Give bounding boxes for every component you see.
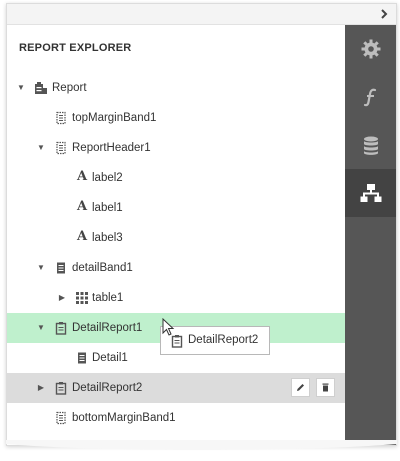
- label-icon: A: [76, 229, 88, 244]
- band-icon: [54, 111, 68, 125]
- band-icon: [54, 141, 68, 155]
- tree-label: DetailReport2: [72, 382, 143, 394]
- delete-button[interactable]: [316, 378, 335, 397]
- tree-row-table1[interactable]: ▶ table1: [7, 283, 345, 313]
- tree-label: label1: [92, 202, 123, 214]
- detail-band-icon: [75, 351, 89, 365]
- right-tab-bar: [345, 25, 396, 445]
- band-icon: [54, 411, 68, 425]
- function-icon: [363, 88, 376, 107]
- tree-row-detailband1[interactable]: ▼ detailBand1: [7, 253, 345, 283]
- explorer-title: REPORT EXPLORER: [19, 42, 132, 54]
- tree-label: bottomMarginBand1: [72, 412, 176, 424]
- edit-icon: [297, 384, 304, 391]
- mouse-cursor-icon: [162, 318, 175, 336]
- expand-toggle-icon[interactable]: ▶: [36, 373, 46, 403]
- tree-row-label3[interactable]: A label3: [7, 223, 345, 253]
- tree-row-report[interactable]: ▼ Report: [7, 73, 345, 103]
- table-icon: [75, 291, 89, 305]
- expand-toggle-icon[interactable]: ▼: [36, 133, 46, 163]
- drag-ghost: DetailReport2: [160, 326, 270, 355]
- tree-row-detailreport2[interactable]: ▶ DetailReport2: [7, 373, 345, 403]
- database-icon: [363, 136, 378, 155]
- delete-icon: [322, 383, 329, 392]
- gear-icon: [361, 39, 380, 59]
- drag-ghost-label: DetailReport2: [188, 334, 259, 346]
- panel-topbar: [7, 4, 396, 25]
- label-icon: A: [76, 169, 88, 184]
- tree-row-label1[interactable]: A label1: [7, 193, 345, 223]
- tab-properties[interactable]: [345, 25, 396, 73]
- page-curl-shadow: [6, 440, 397, 450]
- label-icon: A: [76, 199, 88, 214]
- tree-row-topmarginband1[interactable]: topMarginBand1: [7, 103, 345, 133]
- tree-label: label3: [92, 232, 123, 244]
- tree-row-label2[interactable]: A label2: [7, 163, 345, 193]
- tree-label: Report: [52, 82, 87, 94]
- explorer-pane: REPORT EXPLORER ▼ Report topMarginBand1 …: [7, 25, 345, 445]
- tree-row-reportheader1[interactable]: ▼ ReportHeader1: [7, 133, 345, 163]
- tab-expressions[interactable]: [345, 73, 396, 121]
- chevron-right-icon: [381, 9, 388, 19]
- expand-toggle-icon[interactable]: ▼: [16, 73, 26, 103]
- edit-button[interactable]: [291, 378, 310, 397]
- detail-report-icon: [54, 321, 68, 335]
- tree-label: label2: [92, 172, 123, 184]
- tree-label: Detail1: [92, 352, 128, 364]
- tree-label: ReportHeader1: [72, 142, 151, 154]
- hierarchy-icon: [360, 184, 381, 202]
- expand-toggle-icon[interactable]: ▶: [57, 283, 67, 313]
- expand-toggle-icon[interactable]: ▼: [36, 313, 46, 343]
- expand-toggle-icon[interactable]: ▼: [36, 253, 46, 283]
- tree-label: topMarginBand1: [72, 112, 157, 124]
- tab-report-explorer[interactable]: [345, 169, 396, 217]
- row-actions: [291, 378, 335, 397]
- tree-label: table1: [92, 292, 124, 304]
- tree-label: detailBand1: [72, 262, 133, 274]
- detail-report-icon: [54, 381, 68, 395]
- report-icon: [34, 81, 48, 95]
- tree-row-bottommarginband1[interactable]: bottomMarginBand1: [7, 403, 345, 433]
- tree-label: DetailReport1: [72, 322, 143, 334]
- detail-band-icon: [54, 261, 68, 275]
- collapse-panel-button[interactable]: [376, 6, 392, 22]
- tab-data-source[interactable]: [345, 121, 396, 169]
- report-explorer-panel: REPORT EXPLORER ▼ Report topMarginBand1 …: [6, 3, 397, 446]
